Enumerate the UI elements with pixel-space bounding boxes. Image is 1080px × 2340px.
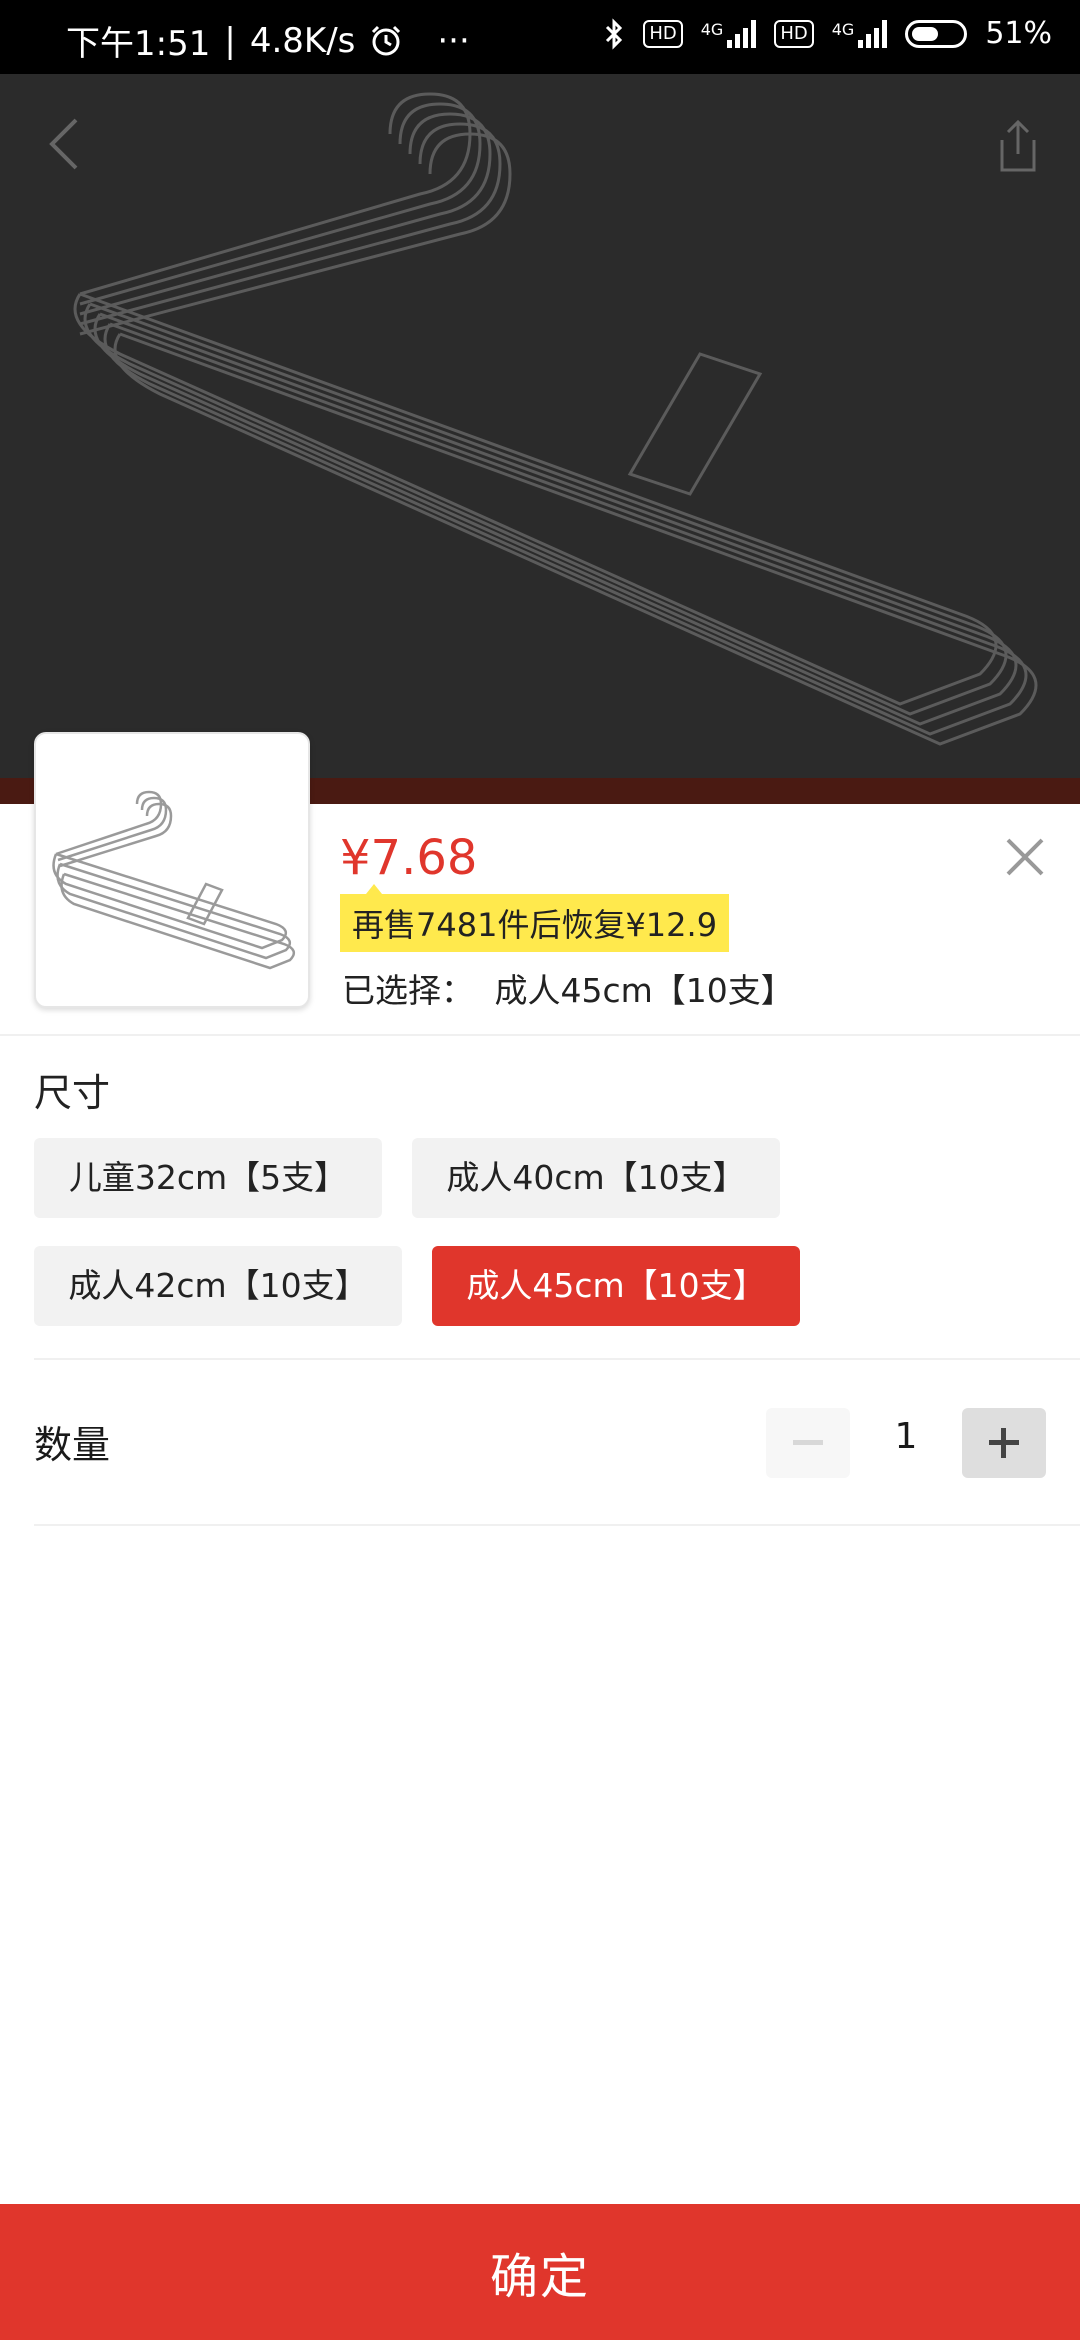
- quantity-increase-button[interactable]: [962, 1408, 1046, 1478]
- more-notifications: ···: [437, 20, 470, 61]
- promo-tag: 再售7481件后恢复¥12.9: [340, 884, 730, 952]
- product-image-background: [0, 74, 1080, 804]
- battery-icon: [905, 19, 968, 48]
- status-separator: |: [224, 20, 236, 61]
- size-option-kids-32cm[interactable]: 儿童32cm【5支】: [34, 1138, 382, 1218]
- divider: [0, 1034, 1080, 1036]
- size-section-title: 尺寸: [34, 1071, 111, 1115]
- product-thumbnail: [34, 732, 310, 1008]
- hd-badge-2: HD: [774, 19, 814, 48]
- network-speed: 4.8K/s: [249, 20, 356, 61]
- close-icon[interactable]: [1000, 832, 1050, 882]
- battery-level: 51%: [985, 16, 1052, 51]
- selected-label: 已选择：: [342, 971, 474, 1010]
- back-icon[interactable]: [40, 114, 90, 174]
- dim-overlay: [0, 74, 1080, 804]
- signal-strength-icon-2: [858, 19, 888, 48]
- signal-group-1: 4G: [700, 19, 757, 48]
- size-option-adult-40cm[interactable]: 成人40cm【10支】: [412, 1138, 780, 1218]
- status-left: 下午1:51 | 4.8K/s ···: [66, 16, 470, 65]
- status-time: 下午1:51: [66, 24, 211, 64]
- quantity-label: 数量: [34, 1423, 111, 1467]
- size-option-adult-45cm[interactable]: 成人45cm【10支】: [432, 1246, 800, 1326]
- signal-group-2: 4G: [831, 19, 888, 48]
- quantity-decrease-button[interactable]: [766, 1408, 850, 1478]
- alarm-icon: [372, 25, 401, 55]
- bluetooth-icon: [606, 17, 623, 50]
- product-thumbnail-image: [52, 790, 296, 970]
- price: ¥7.68: [340, 830, 478, 886]
- hd-badge-1: HD: [643, 19, 683, 48]
- status-bar: 下午1:51 | 4.8K/s ··· HD 4G HD 4G 51%: [0, 0, 1080, 74]
- divider: [34, 1358, 1080, 1360]
- network-type-2: 4G: [831, 19, 855, 39]
- share-icon[interactable]: [996, 118, 1040, 174]
- signal-strength-icon-1: [727, 19, 757, 48]
- plus-icon: [989, 1428, 1019, 1458]
- selected-summary: 已选择： 成人45cm【10支】: [342, 964, 794, 1012]
- quantity-value[interactable]: 1: [886, 1416, 926, 1457]
- confirm-button[interactable]: 确定: [0, 2204, 1080, 2340]
- status-right: HD 4G HD 4G 51%: [603, 16, 1052, 51]
- network-type-1: 4G: [700, 19, 724, 39]
- size-option-adult-42cm[interactable]: 成人42cm【10支】: [34, 1246, 402, 1326]
- divider: [34, 1524, 1080, 1526]
- selected-value: 成人45cm【10支】: [494, 971, 794, 1010]
- sku-selector-sheet: ¥7.68 再售7481件后恢复¥12.9 已选择： 成人45cm【10支】 尺…: [0, 732, 1080, 2340]
- minus-icon: [793, 1440, 823, 1445]
